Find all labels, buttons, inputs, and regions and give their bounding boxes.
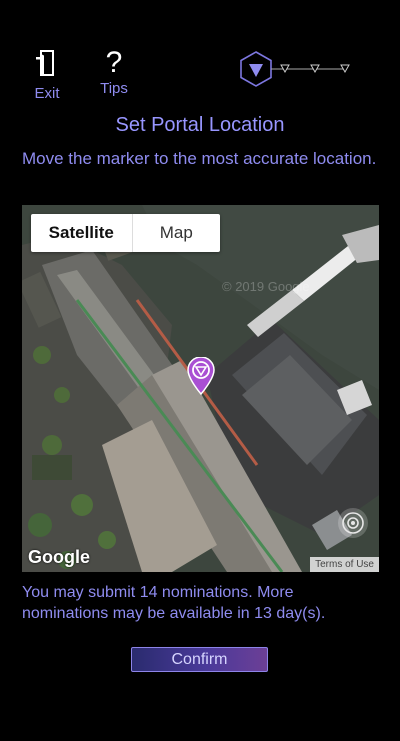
google-logo: Google	[28, 547, 90, 567]
satellite-button[interactable]: Satellite	[31, 214, 133, 252]
tips-button[interactable]: ? Tips	[86, 46, 142, 98]
instructions-text: Move the marker to the most accurate loc…	[22, 149, 377, 168]
crosshair-location-icon	[342, 512, 364, 534]
map-button[interactable]: Map	[133, 214, 220, 252]
confirm-button[interactable]: Confirm	[131, 647, 268, 672]
top-bar: Exit ? Tips	[0, 0, 400, 110]
map-view[interactable]: © 2019 Google Satellite Map Google Terms…	[22, 205, 379, 572]
exit-button[interactable]: Exit	[19, 48, 75, 102]
map-watermark: © 2019 Google	[222, 279, 310, 294]
map-type-toggle: Satellite Map	[31, 214, 220, 252]
nominations-note: You may submit 14 nominations. More nomi…	[22, 584, 326, 622]
my-location-button[interactable]	[338, 508, 368, 538]
terms-of-use-link[interactable]: Terms of Use	[310, 557, 379, 572]
exit-label: Exit	[34, 85, 60, 102]
portal-marker-icon[interactable]	[187, 357, 215, 395]
step-progress-indicator	[240, 51, 350, 87]
page-title: Set Portal Location	[115, 114, 285, 136]
tips-label: Tips	[100, 80, 128, 97]
question-mark-icon: ?	[105, 46, 123, 79]
exit-door-icon	[36, 50, 54, 76]
